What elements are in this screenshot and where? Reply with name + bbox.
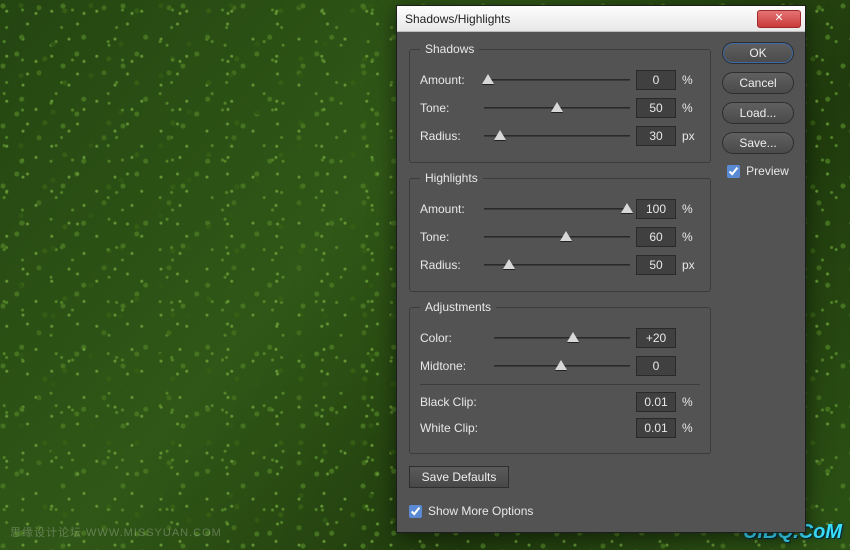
midtone-slider[interactable] [494,359,630,373]
show-more-options[interactable]: Show More Options [409,504,711,518]
highlights-amount-label: Amount: [420,202,478,216]
highlights-radius-row: Radius: px [420,251,700,279]
highlights-tone-row: Tone: % [420,223,700,251]
separator [420,384,700,385]
black-clip-label: Black Clip: [420,395,488,409]
color-slider[interactable] [494,331,630,345]
highlights-amount-input[interactable] [636,199,676,219]
highlights-amount-unit: % [682,202,700,216]
highlights-radius-slider[interactable] [484,258,630,272]
preview-toggle[interactable]: Preview [727,164,789,178]
shadows-tone-unit: % [682,101,700,115]
shadows-group: Shadows Amount: % Tone: % Radius: [409,42,711,163]
shadows-radius-unit: px [682,129,700,143]
preview-checkbox[interactable] [727,165,740,178]
highlights-group: Highlights Amount: % Tone: % Radius: [409,171,711,292]
shadows-tone-row: Tone: % [420,94,700,122]
adjustments-group: Adjustments Color: Midtone: Black Clip: [409,300,711,454]
shadows-radius-input[interactable] [636,126,676,146]
midtone-label: Midtone: [420,359,488,373]
highlights-amount-slider[interactable] [484,202,630,216]
shadows-radius-label: Radius: [420,129,478,143]
shadows-amount-label: Amount: [420,73,478,87]
close-icon: ✕ [774,13,783,24]
midtone-row: Midtone: [420,352,700,380]
highlights-radius-label: Radius: [420,258,478,272]
color-row: Color: [420,324,700,352]
highlights-tone-unit: % [682,230,700,244]
shadows-tone-input[interactable] [636,98,676,118]
save-button[interactable]: Save... [722,132,794,154]
show-more-label: Show More Options [428,504,533,518]
ok-button[interactable]: OK [722,42,794,64]
shadows-legend: Shadows [420,42,479,56]
cancel-button[interactable]: Cancel [722,72,794,94]
shadows-highlights-dialog: Shadows/Highlights ✕ Shadows Amount: % T… [396,5,806,533]
white-clip-label: White Clip: [420,421,488,435]
midtone-input[interactable] [636,356,676,376]
black-clip-unit: % [682,395,700,409]
color-input[interactable] [636,328,676,348]
save-defaults-button[interactable]: Save Defaults [409,466,509,488]
show-more-checkbox[interactable] [409,505,422,518]
shadows-amount-input[interactable] [636,70,676,90]
close-button[interactable]: ✕ [757,10,801,28]
white-clip-unit: % [682,421,700,435]
titlebar[interactable]: Shadows/Highlights ✕ [397,6,805,32]
adjustments-legend: Adjustments [420,300,496,314]
shadows-amount-slider[interactable] [484,73,630,87]
white-clip-row: White Clip: % [420,415,700,441]
highlights-tone-label: Tone: [420,230,478,244]
shadows-tone-label: Tone: [420,101,478,115]
shadows-amount-unit: % [682,73,700,87]
shadows-tone-slider[interactable] [484,101,630,115]
dialog-title: Shadows/Highlights [405,12,757,26]
highlights-amount-row: Amount: % [420,195,700,223]
black-clip-input[interactable] [636,392,676,412]
highlights-legend: Highlights [420,171,483,185]
watermark-left: 思缘设计论坛 WWW.MISSYUAN.COM [10,524,222,540]
highlights-radius-input[interactable] [636,255,676,275]
highlights-radius-unit: px [682,258,700,272]
load-button[interactable]: Load... [722,102,794,124]
shadows-radius-slider[interactable] [484,129,630,143]
highlights-tone-slider[interactable] [484,230,630,244]
white-clip-input[interactable] [636,418,676,438]
color-label: Color: [420,331,488,345]
shadows-amount-row: Amount: % [420,66,700,94]
black-clip-row: Black Clip: % [420,389,700,415]
shadows-radius-row: Radius: px [420,122,700,150]
highlights-tone-input[interactable] [636,227,676,247]
preview-label: Preview [746,164,789,178]
